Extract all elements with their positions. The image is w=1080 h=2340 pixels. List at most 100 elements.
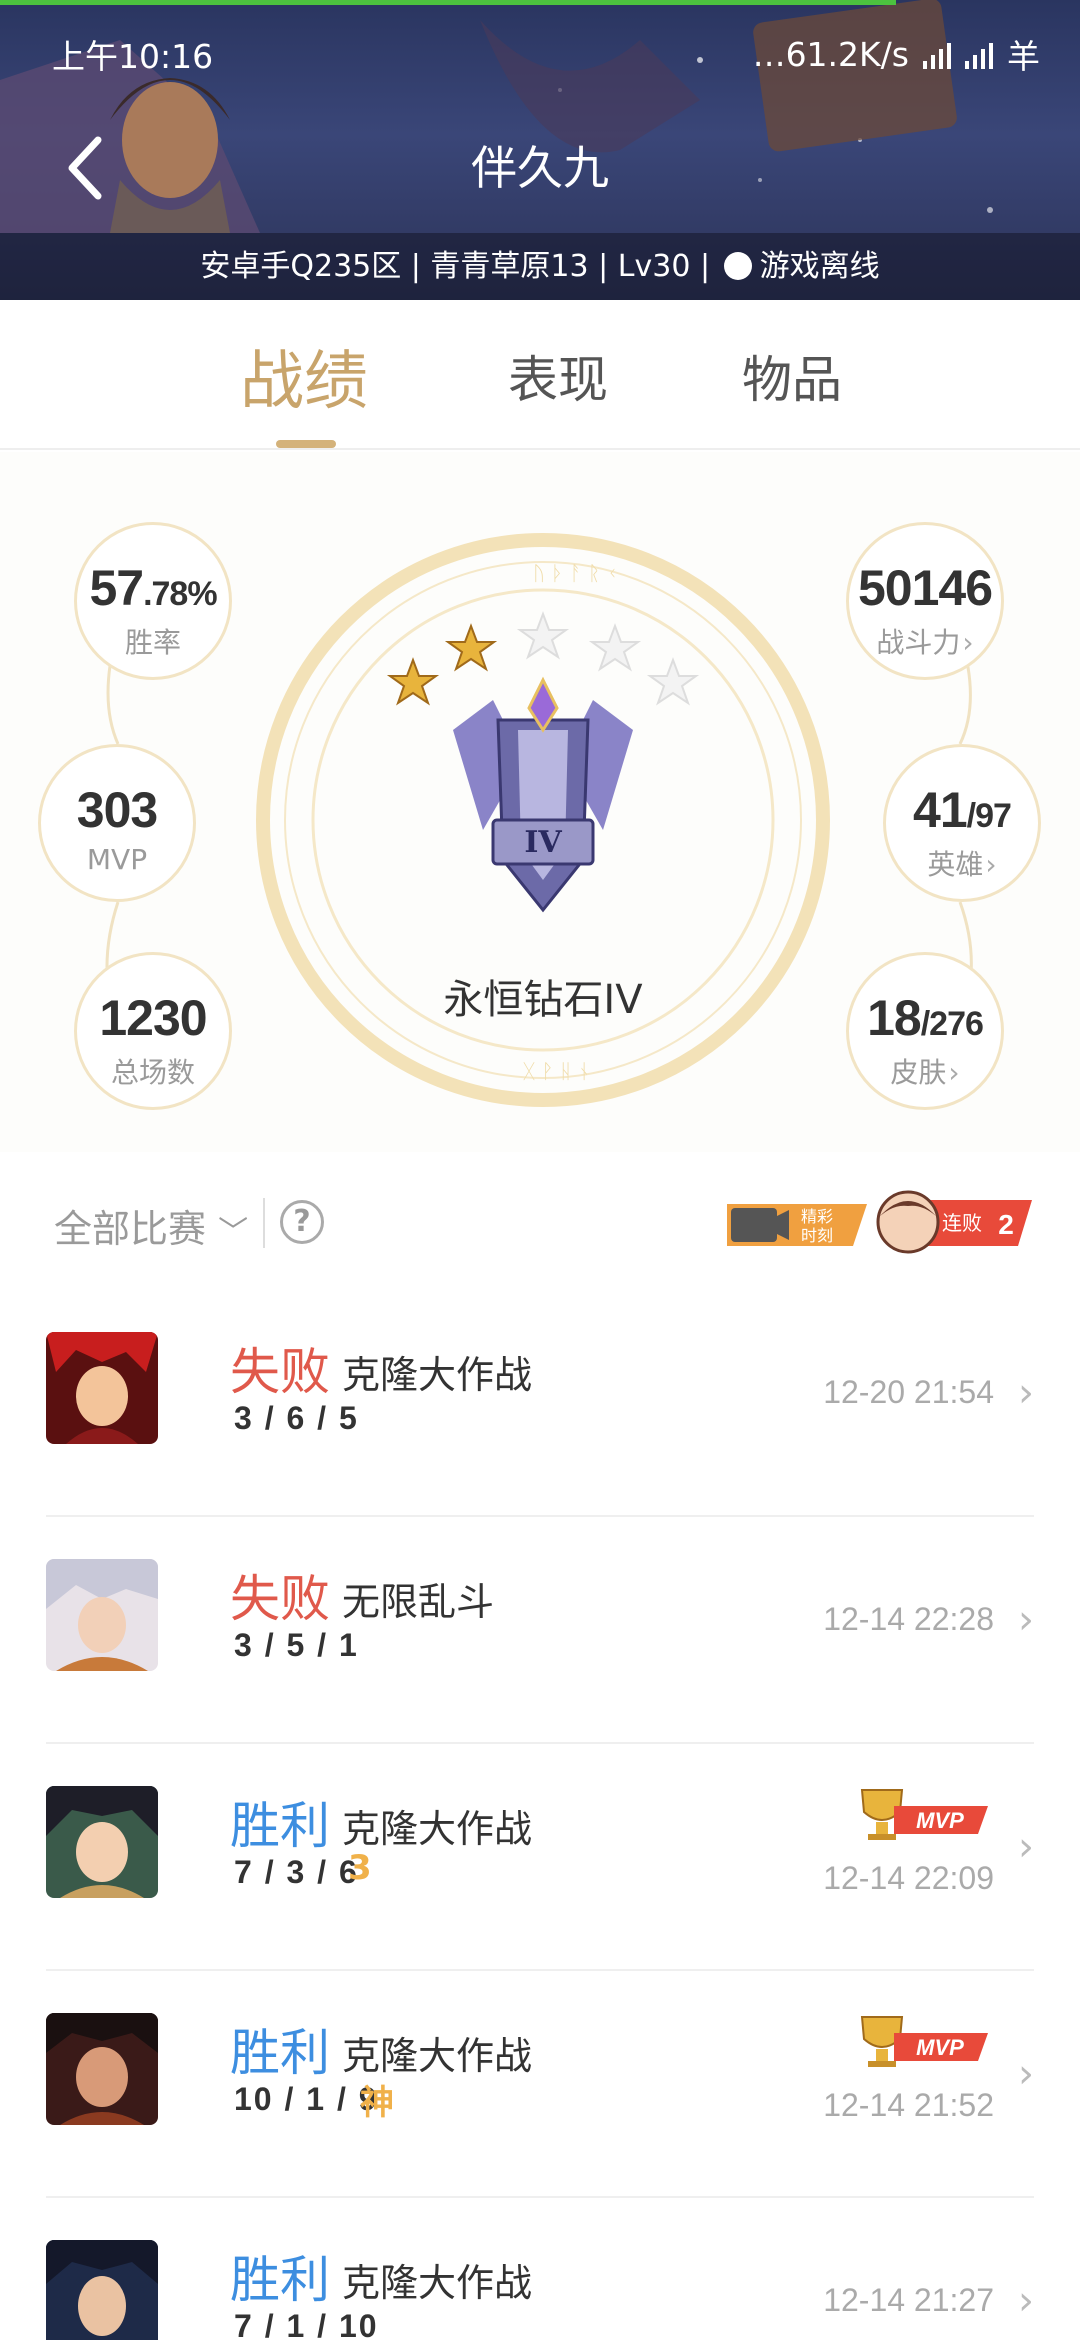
filter-divider — [263, 1198, 265, 1248]
highlight-badge-line1: 精彩 — [801, 1207, 833, 1226]
match-mode: 克隆大作战 — [342, 1353, 533, 1397]
match-kda: 7 / 1 / 10 — [234, 2308, 379, 2340]
match-datetime: 12-14 22:28 — [823, 1601, 994, 1637]
match-mode: 无限乱斗 — [342, 1580, 495, 1624]
total-matches-value: 1230 — [99, 990, 207, 1046]
help-icon[interactable]: ? — [280, 1200, 324, 1244]
tab-items[interactable]: 物品 — [742, 340, 842, 412]
match-filter-row: 全部比赛 ﹀ ? 精彩 时刻 连败 2 — [0, 1160, 1080, 1290]
mvp-label: MVP — [86, 843, 148, 876]
heroes-total: /97 — [966, 797, 1012, 835]
losing-streak-badge[interactable]: 连败 2 — [872, 1186, 1032, 1256]
win-rate-value: 57 — [89, 560, 144, 616]
skins-stat[interactable]: 18/276 皮肤› — [846, 952, 1004, 1110]
online-status-dot — [723, 252, 752, 280]
match-result: 胜利 — [230, 2024, 330, 2082]
chevron-right-icon: › — [985, 848, 997, 881]
rank-star-5 — [646, 657, 700, 706]
hero-avatar — [46, 1786, 158, 1898]
match-result: 胜利 — [230, 1797, 330, 1855]
match-row[interactable]: 失败 克隆大作战 3 / 6 / 5 12-20 21:54 › — [0, 1290, 1080, 1517]
skins-label: 皮肤 — [890, 1056, 947, 1089]
match-row[interactable]: 胜利 克隆大作战 7 / 3 / 6 3 MVP 12-14 22:09 › — [0, 1744, 1080, 1971]
match-kda: 3 / 6 / 5 — [234, 1400, 359, 1436]
online-status-text: 游戏离线 — [759, 249, 880, 284]
status-indicators: …61.2K/s 羊 — [753, 30, 1040, 78]
match-result: 胜利 — [230, 2251, 330, 2309]
streak-label: 连败 — [942, 1211, 982, 1235]
win-rate-stat: 57.78% 胜率 — [74, 522, 232, 680]
signal-icon — [923, 39, 951, 69]
signal-icon-2 — [965, 39, 993, 69]
rank-tier-numeral: IV — [524, 825, 562, 860]
skins-owned: 18 — [867, 990, 922, 1046]
power-label: 战斗力 — [876, 626, 961, 659]
chevron-right-icon: › — [948, 1056, 960, 1089]
match-result: 失败 — [230, 1570, 330, 1628]
rank-star-4 — [588, 623, 642, 672]
chevron-right-icon: › — [1018, 2278, 1034, 2324]
match-filter-value: 全部比赛 — [54, 1207, 207, 1251]
power-value: 50146 — [857, 560, 993, 616]
chevron-right-icon: › — [1018, 1824, 1034, 1870]
total-matches-stat: 1230 总场数 — [74, 952, 232, 1110]
match-row[interactable]: 胜利 克隆大作战 7 / 1 / 10 12-14 21:27 › — [0, 2198, 1080, 2340]
status-time: 上午10:16 — [52, 37, 214, 76]
player-info-bar: 安卓手Q235区 | 青青草原13 | Lv30 | 游戏离线 — [0, 233, 1080, 300]
mvp-stat: 303 MVP — [38, 744, 196, 902]
mvp-label: MVP — [916, 1808, 964, 1833]
match-kda: 10 / 1 / 9 — [234, 2081, 379, 2117]
heroes-stat[interactable]: 41/97 英雄› — [883, 744, 1041, 902]
heroes-owned: 41 — [913, 782, 968, 838]
multikill-badge: 3 — [348, 1848, 372, 1888]
match-datetime: 12-14 22:09 — [823, 1860, 994, 1896]
total-matches-label: 总场数 — [110, 1056, 195, 1089]
network-speed: …61.2K/s — [752, 34, 909, 74]
match-kda: 3 / 5 / 1 — [234, 1627, 359, 1663]
match-mode: 克隆大作战 — [342, 1807, 533, 1851]
active-tab-indicator — [276, 440, 336, 448]
mvp-trophy-badge: MVP — [860, 1789, 988, 1840]
svg-text:ᚢ ᚦ ᚨ ᚱ ᚲ: ᚢ ᚦ ᚨ ᚱ ᚲ — [533, 561, 618, 585]
tab-bar: 战绩 表现 物品 — [0, 300, 1080, 450]
tab-performance[interactable]: 表现 — [508, 340, 608, 412]
profile-header: 上午10:16 …61.2K/s 羊 伴久九 安卓手Q235区 | 青青草原13… — [0, 0, 1080, 300]
hero-avatar — [46, 1559, 158, 1671]
highlight-badge-line2: 时刻 — [801, 1226, 833, 1245]
mvp-value: 303 — [76, 782, 158, 838]
godlike-badge: 神 — [360, 2083, 394, 2123]
diamond-badge-icon — [453, 676, 633, 913]
match-kda: 7 / 3 / 6 — [234, 1854, 359, 1890]
mvp-label: MVP — [916, 2035, 964, 2060]
match-datetime: 12-20 21:54 — [823, 1374, 994, 1410]
chevron-right-icon: › — [1018, 1370, 1034, 1416]
tab-record[interactable]: 战绩 — [240, 330, 368, 422]
status-extra-icon: 羊 — [1007, 37, 1040, 76]
chevron-down-icon: ﹀ — [218, 1215, 249, 1250]
status-bar: 上午10:16 …61.2K/s 羊 — [0, 22, 1080, 78]
match-mode: 克隆大作战 — [342, 2034, 533, 2078]
rank-name: 永恒钻石IV — [443, 977, 643, 1023]
highlight-moments-button[interactable]: 精彩 时刻 — [727, 1198, 867, 1248]
match-datetime: 12-14 21:52 — [823, 2087, 994, 2123]
match-datetime: 12-14 21:27 — [823, 2282, 994, 2318]
rank-star-2 — [444, 623, 498, 672]
player-server-info: 安卓手Q235区 | 青青草原13 | Lv30 | — [200, 249, 711, 284]
match-row[interactable]: 失败 无限乱斗 3 / 5 / 1 12-14 22:28 › — [0, 1517, 1080, 1744]
win-rate-label: 胜率 — [124, 626, 181, 659]
hero-avatar — [46, 1332, 158, 1444]
rank-star-3 — [516, 611, 570, 660]
skins-total: /276 — [920, 1005, 984, 1043]
match-result: 失败 — [230, 1343, 330, 1401]
win-rate-fraction: .78% — [143, 575, 217, 613]
stats-panel: 57.78% 胜率 303 MVP 1230 总场数 50146 战斗力› 41… — [0, 452, 1080, 1152]
streak-count: 2 — [998, 1209, 1014, 1240]
chevron-right-icon: › — [1018, 1597, 1034, 1643]
match-filter-dropdown[interactable]: 全部比赛 ﹀ — [54, 1198, 248, 1253]
hero-avatar — [46, 2013, 158, 2125]
mvp-trophy-badge: MVP — [860, 2016, 988, 2067]
loading-progress-line — [0, 0, 896, 5]
power-stat[interactable]: 50146 战斗力› — [846, 522, 1004, 680]
match-row[interactable]: 胜利 克隆大作战 10 / 1 / 9 神 MVP 12-14 21:52 › — [0, 1971, 1080, 2198]
heroes-label: 英雄 — [927, 848, 984, 881]
